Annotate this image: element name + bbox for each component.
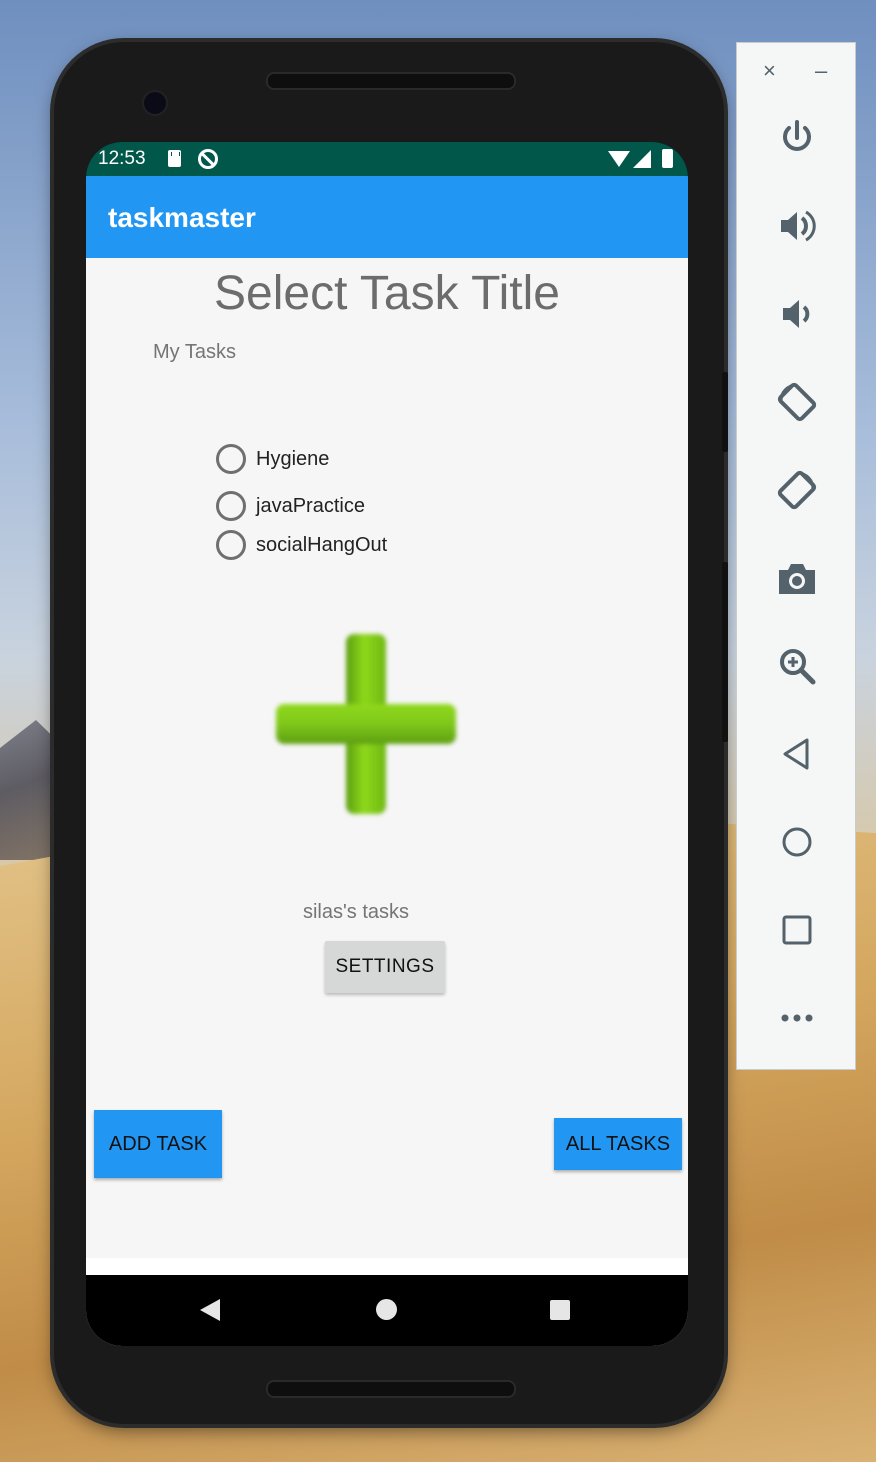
battery-icon xyxy=(662,149,673,168)
signal-icon xyxy=(633,150,651,168)
sd-card-icon xyxy=(168,150,181,167)
status-bar: 12:53 xyxy=(86,142,688,176)
front-camera xyxy=(142,90,168,116)
navigation-bar xyxy=(86,1275,688,1346)
rotate-left-icon[interactable] xyxy=(772,377,822,427)
data-saver-icon xyxy=(198,149,218,169)
back-icon[interactable] xyxy=(200,1299,220,1321)
plus-icon[interactable] xyxy=(276,634,456,814)
task-option-javapractice[interactable]: javaPractice xyxy=(216,491,365,521)
task-option-hygiene[interactable]: Hygiene xyxy=(216,444,329,474)
recents-icon[interactable] xyxy=(550,1300,570,1320)
my-tasks-label: My Tasks xyxy=(153,341,236,363)
task-option-label: Hygiene xyxy=(256,447,330,470)
app-bar: taskmaster xyxy=(86,176,688,258)
wifi-icon xyxy=(608,151,630,167)
camera-icon[interactable] xyxy=(772,553,822,603)
more-icon[interactable] xyxy=(772,993,822,1043)
back-icon[interactable] xyxy=(772,729,822,779)
settings-button[interactable]: SETTINGS xyxy=(325,941,445,993)
page-title: Select Task Title xyxy=(214,267,560,320)
phone-screen: 12:53 taskmaster Select Task Title My Ta… xyxy=(86,142,688,1346)
app-title: taskmaster xyxy=(108,202,256,233)
task-option-label: socialHangOut xyxy=(256,533,388,556)
phone-volume-button xyxy=(722,562,728,742)
radio-button[interactable] xyxy=(216,444,246,474)
task-option-socialhangout[interactable]: socialHangOut xyxy=(216,530,387,560)
top-speaker xyxy=(266,72,516,90)
rotate-right-icon[interactable] xyxy=(772,465,822,515)
bottom-speaker xyxy=(266,1380,516,1398)
radio-button[interactable] xyxy=(216,530,246,560)
owner-tasks-label: silas's tasks xyxy=(302,901,410,923)
add-task-button[interactable]: ADD TASK xyxy=(94,1110,222,1178)
power-icon[interactable] xyxy=(772,113,822,163)
status-time: 12:53 xyxy=(98,148,146,169)
task-option-label: javaPractice xyxy=(256,494,365,517)
minimize-icon[interactable]: – xyxy=(815,59,827,83)
plus-icon-horizontal xyxy=(276,704,456,744)
home-icon[interactable] xyxy=(376,1299,397,1320)
emulator-control-panel: × – xyxy=(736,42,856,1070)
phone-side-button xyxy=(722,372,728,452)
volume-down-icon[interactable] xyxy=(772,289,822,339)
all-tasks-button[interactable]: ALL TASKS xyxy=(554,1118,682,1170)
radio-button[interactable] xyxy=(216,491,246,521)
overview-icon[interactable] xyxy=(772,905,822,955)
volume-up-icon[interactable] xyxy=(772,201,822,251)
home-icon[interactable] xyxy=(772,817,822,867)
close-icon[interactable]: × xyxy=(763,59,776,83)
phone-frame: 12:53 taskmaster Select Task Title My Ta… xyxy=(54,42,728,1424)
main-content: Select Task Title My Tasks Hygiene javaP… xyxy=(86,258,688,1346)
zoom-icon[interactable] xyxy=(772,641,822,691)
